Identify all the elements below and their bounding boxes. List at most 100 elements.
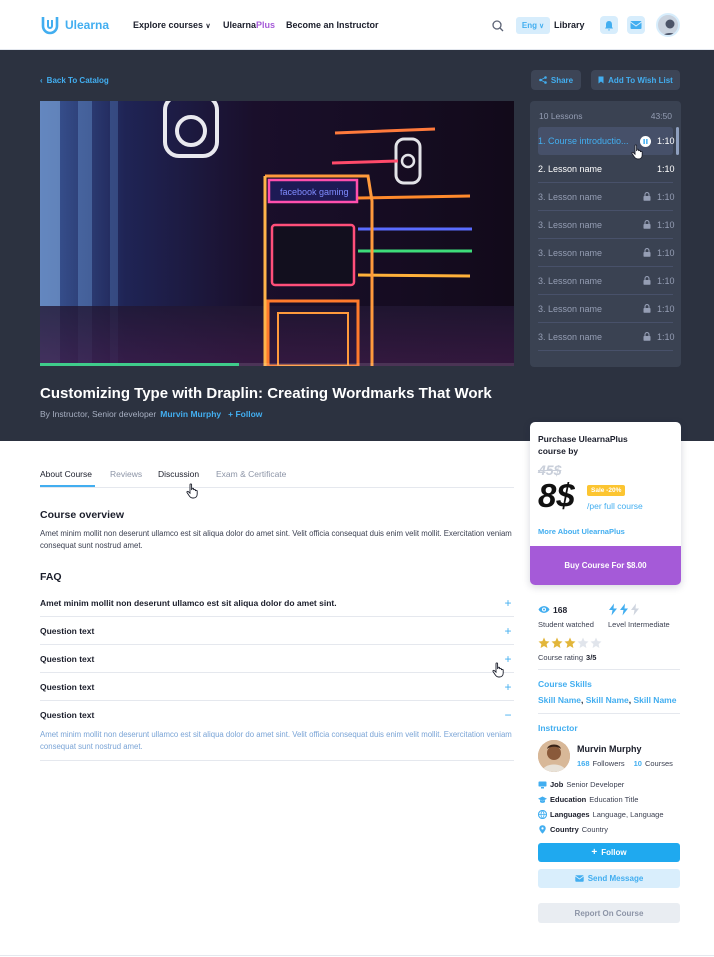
lesson-item[interactable]: 3. Lesson name 1:10 — [538, 267, 675, 295]
chevron-left-icon: ‹ — [40, 76, 43, 85]
tab-discussion[interactable]: Discussion — [158, 469, 199, 479]
messages-button[interactable] — [627, 16, 645, 34]
lesson-item[interactable]: 3. Lesson name 1:10 — [538, 183, 675, 211]
follow-link[interactable]: + Follow — [228, 409, 262, 419]
monitor-icon — [538, 780, 547, 789]
bell-icon — [605, 20, 613, 30]
price-per: /per full course — [587, 501, 643, 511]
lesson-item[interactable]: 2. Lesson name 1:10 — [538, 155, 675, 183]
divider — [538, 713, 680, 714]
old-price: 45$ — [538, 462, 562, 478]
followers-label: Followers — [592, 759, 625, 768]
expand-icon[interactable]: + — [502, 680, 514, 694]
send-message-button[interactable]: Send Message — [538, 869, 680, 888]
rating-label: Course rating — [538, 653, 584, 662]
lock-icon — [643, 248, 651, 257]
become-instructor-link[interactable]: Become an Instructor — [286, 20, 379, 30]
lesson-duration: 1:10 — [657, 247, 675, 258]
skill-tag[interactable]: Skill Name — [586, 695, 629, 705]
lessons-scrollbar[interactable] — [676, 127, 679, 155]
back-to-catalog-link[interactable]: ‹ Back To Catalog — [40, 76, 109, 85]
tab-about-course[interactable]: About Course — [40, 469, 92, 479]
expand-icon[interactable]: + — [502, 624, 514, 638]
education-label: Education — [550, 795, 587, 804]
faq-item[interactable]: Question text + — [40, 673, 514, 701]
location-pin-icon — [538, 825, 547, 834]
video-progress-fill — [40, 363, 240, 366]
star-icon — [590, 636, 602, 654]
level-indicator — [608, 603, 640, 621]
faq-question: Amet minim mollit non deserunt ullamco e… — [40, 597, 337, 608]
lesson-title: 1. Course introductio... — [538, 136, 629, 146]
faq-item[interactable]: Question text − — [40, 701, 514, 729]
logo[interactable]: Ulearna — [40, 15, 109, 35]
report-course-button[interactable]: Report On Course — [538, 903, 680, 923]
explore-label: Explore courses — [133, 20, 204, 30]
tab-exam-certificate[interactable]: Exam & Certificate — [216, 469, 286, 479]
hand-cursor-icon — [631, 144, 645, 165]
instructor-heading: Instructor — [538, 723, 578, 733]
lesson-title: 3. Lesson name — [538, 219, 603, 230]
ulearna-plus-link[interactable]: UlearnaPlus — [223, 20, 275, 30]
students-count: 168 — [553, 605, 568, 615]
lessons-total-time: 43:50 — [650, 111, 672, 121]
lesson-duration: 1:10 — [657, 191, 675, 202]
share-button[interactable]: Share — [531, 70, 581, 90]
mail-icon — [630, 21, 642, 29]
overview-text: Amet minim mollit non deserunt ullamco e… — [40, 529, 512, 550]
notifications-button[interactable] — [600, 16, 618, 34]
instructor-link[interactable]: Murvin Murphy — [160, 409, 221, 419]
follow-instructor-button[interactable]: + Follow — [538, 843, 680, 862]
lesson-item[interactable]: 3. Lesson name 1:10 — [538, 323, 675, 351]
wishlist-button[interactable]: Add To Wish List — [591, 70, 680, 90]
faq-item[interactable]: Question text + — [40, 617, 514, 645]
skill-tag[interactable]: Skill Name — [633, 695, 676, 705]
more-about-plus-link[interactable]: More About UlearnaPlus — [538, 527, 625, 536]
lesson-duration: 1:10 — [657, 275, 675, 286]
faq-question: Question text — [40, 681, 95, 692]
info-languages: Languages Language, Language — [538, 810, 664, 819]
instructor-avatar[interactable] — [538, 740, 570, 772]
graduation-cap-icon — [538, 795, 547, 804]
instructor-name[interactable]: Murvin Murphy — [577, 744, 642, 754]
collapse-icon[interactable]: − — [502, 708, 514, 722]
job-value: Senior Developer — [566, 780, 625, 789]
lesson-title: 3. Lesson name — [538, 191, 603, 202]
explore-courses-menu[interactable]: Explore courses ∨ — [133, 20, 211, 30]
skill-tag[interactable]: Skill Name — [538, 695, 581, 705]
lesson-item[interactable]: 1. Course introductio... 1:10 — [538, 127, 675, 155]
video-player[interactable]: facebook gaming — [40, 101, 514, 366]
tabs-divider — [40, 487, 514, 488]
byline-text: By Instructor, Senior developer — [40, 409, 157, 419]
lock-icon — [643, 220, 651, 229]
top-navbar: Ulearna Explore courses ∨ UlearnaPlus Be… — [0, 0, 714, 50]
chevron-down-icon: ∨ — [205, 23, 211, 30]
courses-label: Courses — [644, 759, 673, 768]
faq-item[interactable]: Question text + — [40, 645, 514, 673]
follow-button-label: Follow — [601, 848, 627, 857]
lessons-count: 10 Lessons — [539, 111, 583, 121]
expand-icon[interactable]: + — [502, 596, 514, 610]
lesson-item[interactable]: 3. Lesson name 1:10 — [538, 295, 675, 323]
lesson-duration: 1:10 — [657, 331, 675, 342]
search-icon[interactable] — [492, 20, 504, 32]
info-job: Job Senior Developer — [538, 780, 624, 789]
info-country: Country Country — [538, 825, 608, 834]
lesson-item[interactable]: 3. Lesson name 1:10 — [538, 239, 675, 267]
lesson-duration: 1:10 — [657, 219, 675, 230]
country-label: Country — [550, 825, 579, 834]
lesson-item[interactable]: 3. Lesson name 1:10 — [538, 211, 675, 239]
star-icon — [551, 636, 563, 654]
faq-item[interactable]: Amet minim mollit non deserunt ullamco e… — [40, 589, 514, 617]
students-label: Student watched — [538, 620, 594, 629]
library-link[interactable]: Library — [554, 20, 585, 30]
star-icon — [564, 636, 576, 654]
avatar[interactable] — [656, 13, 680, 37]
language-select[interactable]: Eng ∨ — [516, 17, 550, 34]
lock-icon — [643, 304, 651, 313]
share-icon — [539, 76, 547, 84]
buy-course-button[interactable]: Buy Course For $8.00 — [530, 546, 681, 585]
video-progress-track[interactable] — [40, 363, 514, 366]
tab-reviews[interactable]: Reviews — [110, 469, 142, 479]
lesson-title: 3. Lesson name — [538, 303, 603, 314]
